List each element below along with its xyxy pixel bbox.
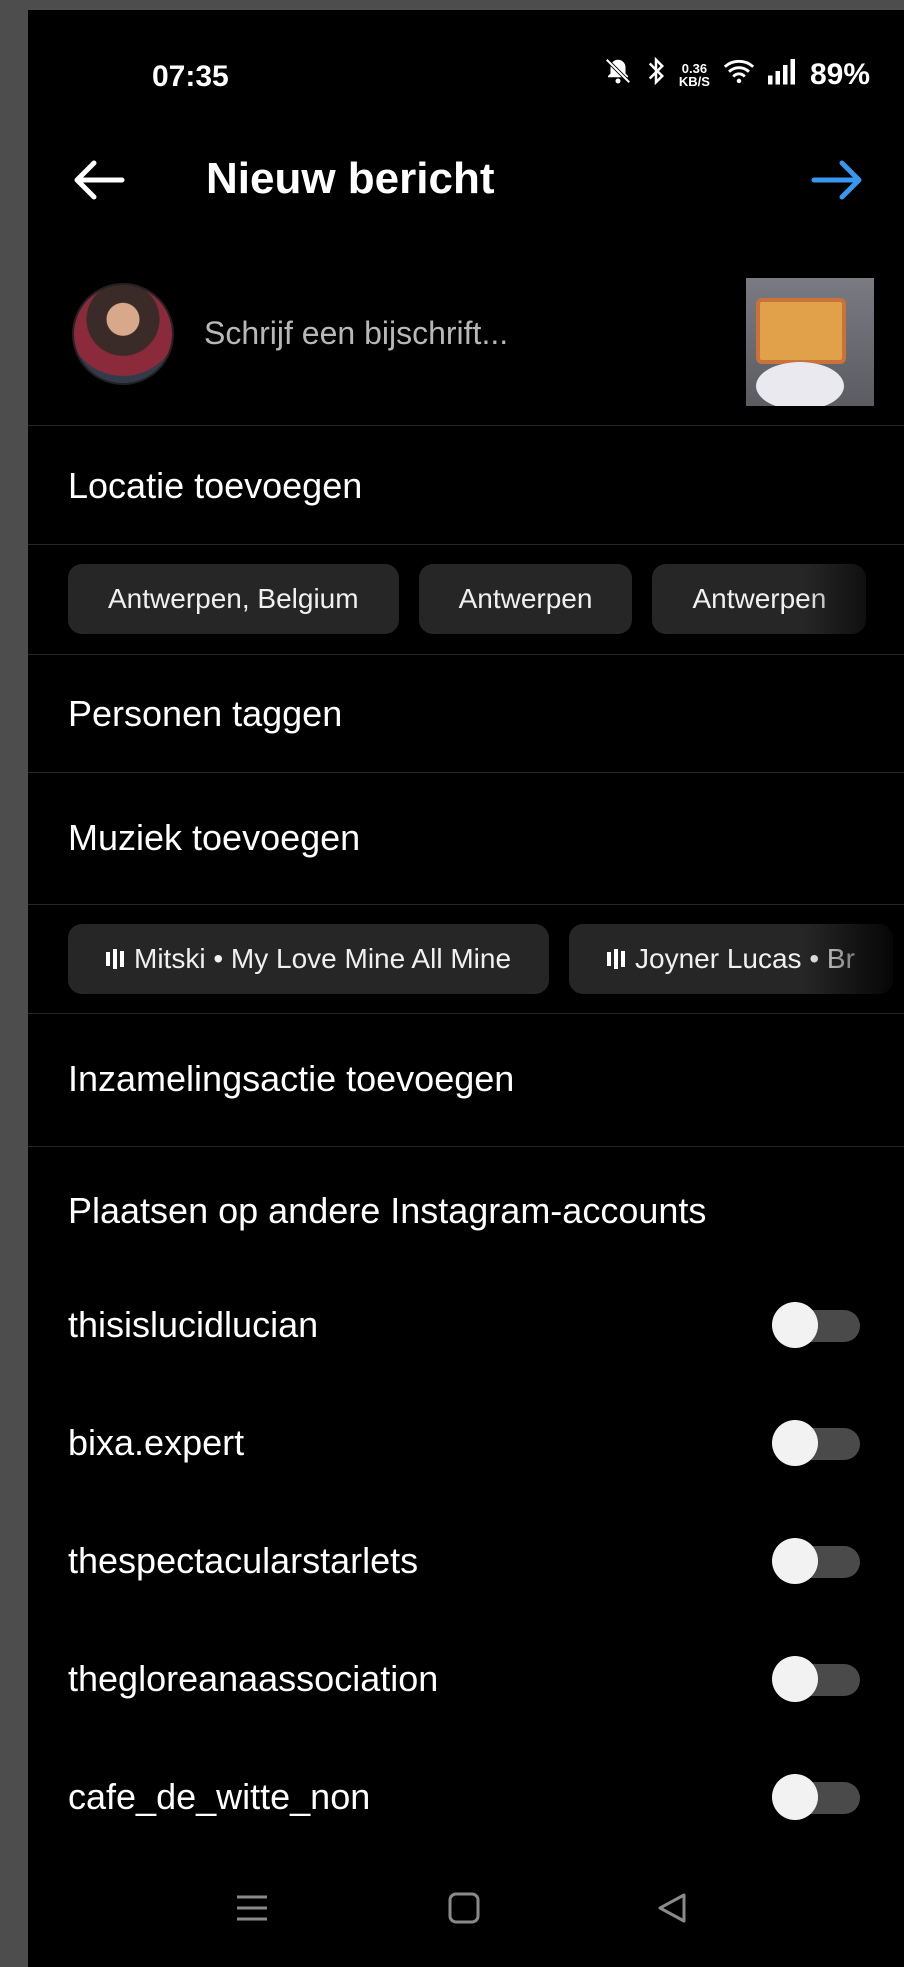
battery-level: 89% xyxy=(809,57,870,91)
top-bar: Nieuw bericht xyxy=(28,130,904,230)
location-suggestions: Antwerpen, Belgium Antwerpen Antwerpen xyxy=(68,564,867,634)
account-toggle[interactable] xyxy=(772,1656,864,1702)
music-chip[interactable]: Mitski • My Love Mine All Mine xyxy=(68,924,550,994)
status-icons: 0.36 KB/S 89% xyxy=(603,56,870,93)
menu-button[interactable] xyxy=(222,1880,282,1940)
caption-row xyxy=(28,260,904,435)
account-toggle[interactable] xyxy=(772,1420,864,1466)
wifi-icon xyxy=(722,56,756,93)
bluetooth-icon xyxy=(645,56,667,93)
menu-icon xyxy=(234,1892,270,1929)
phone-screen: 07:35 0.36 KB/S 89% Nieuw bericht Schrij… xyxy=(28,10,904,1967)
caption-input[interactable] xyxy=(202,312,726,354)
status-bar: 07:35 0.36 KB/S 89% xyxy=(28,10,904,130)
account-row: bixa.expert xyxy=(28,1392,904,1492)
add-fundraiser-row[interactable]: Inzamelingsactie toevoegen xyxy=(68,1058,514,1100)
bell-muted-icon xyxy=(603,56,633,93)
thumbnail-dish xyxy=(756,298,846,364)
post-thumbnail[interactable] xyxy=(746,278,874,406)
scroll-fade xyxy=(804,924,904,994)
account-row: cafe_de_witte_non xyxy=(28,1746,904,1846)
location-chip[interactable]: Antwerpen, Belgium xyxy=(68,564,399,634)
thumbnail-plate xyxy=(756,362,844,406)
account-name: bixa.expert xyxy=(68,1422,245,1463)
add-music-row[interactable]: Muziek toevoegen xyxy=(68,817,360,859)
divider xyxy=(28,772,904,773)
divider xyxy=(28,1146,904,1147)
back-triangle-icon xyxy=(655,1891,689,1930)
account-toggle[interactable] xyxy=(772,1302,864,1348)
account-row: thespectacularstarlets xyxy=(28,1510,904,1610)
system-back-button[interactable] xyxy=(642,1880,702,1940)
next-button[interactable] xyxy=(808,150,868,210)
arrow-left-icon xyxy=(68,160,128,214)
avatar xyxy=(72,283,174,385)
account-toggle[interactable] xyxy=(772,1774,864,1820)
page-title: Nieuw bericht xyxy=(206,154,495,203)
divider xyxy=(28,654,904,655)
music-bars-icon xyxy=(106,949,124,969)
divider xyxy=(28,904,904,905)
account-name: thisislucidlucian xyxy=(68,1304,319,1345)
signal-icon xyxy=(767,57,798,92)
scroll-fade xyxy=(804,564,904,634)
account-name: thespectacularstarlets xyxy=(68,1540,419,1581)
music-bars-icon xyxy=(607,949,626,969)
net-speed: 0.36 KB/S xyxy=(678,60,710,89)
system-nav-bar xyxy=(28,1870,904,1950)
account-row: thegloreanaassociation xyxy=(28,1628,904,1728)
home-square-icon xyxy=(447,1891,481,1930)
divider xyxy=(28,544,904,545)
tag-people-row[interactable]: Personen taggen xyxy=(68,693,342,735)
divider xyxy=(28,1013,904,1014)
status-time: 07:35 xyxy=(152,60,229,93)
home-button[interactable] xyxy=(434,1880,494,1940)
arrow-right-icon xyxy=(808,160,868,214)
add-location-row[interactable]: Locatie toevoegen xyxy=(68,465,362,507)
music-suggestions: Mitski • My Love Mine All Mine Joyner Lu… xyxy=(68,924,893,994)
divider xyxy=(28,425,904,426)
account-toggle[interactable] xyxy=(772,1538,864,1584)
account-row: thisislucidlucian xyxy=(28,1274,904,1374)
account-name: thegloreanaassociation xyxy=(68,1658,439,1699)
account-name: cafe_de_witte_non xyxy=(68,1776,371,1817)
cross-post-heading: Plaatsen op andere Instagram-accounts xyxy=(68,1190,707,1231)
back-button[interactable] xyxy=(68,150,128,210)
location-chip[interactable]: Antwerpen xyxy=(418,564,633,634)
